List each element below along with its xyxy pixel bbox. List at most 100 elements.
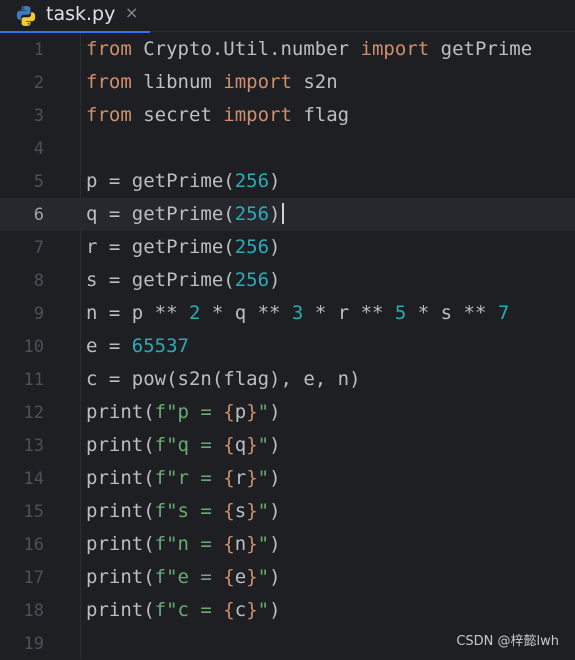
code-line[interactable]: 17 print(f"e = {e}") [0,561,575,594]
tab-task-py[interactable]: task.py × [0,0,150,33]
code-token: 256 [234,170,270,192]
code-token: s2n [291,71,338,93]
code-text: print(f"c = {c}") [86,599,281,621]
code-line[interactable]: 3 from secret import flag [0,99,575,132]
code-token: ) [269,599,281,621]
line-number[interactable]: 5 [0,172,44,192]
code-text: print(f"r = {r}") [86,467,281,489]
line-number[interactable]: 2 [0,73,44,93]
code-token: Crypto.Util.number [131,38,361,60]
code-token: n [234,533,247,555]
code-text: from secret import flag [86,104,349,126]
code-token: * r ** [303,302,395,324]
line-number[interactable]: 3 [0,106,44,126]
code-token: 256 [234,269,270,291]
python-icon [16,6,36,26]
code-token: s [234,500,247,522]
code-token: 7 [497,302,510,324]
code-line[interactable]: 10 e = 65537 [0,330,575,363]
code-token: ) [269,434,281,456]
code-token: import [223,104,292,126]
code-line[interactable]: 4 [0,132,575,165]
code-token: f"q = [154,434,224,456]
code-line[interactable]: 15 print(f"s = {s}") [0,495,575,528]
close-icon[interactable]: × [125,3,138,22]
code-token: } [246,467,258,489]
code-text: q = getPrime(256) [86,203,284,225]
code-token: print( [86,566,155,588]
line-number[interactable]: 17 [0,568,44,588]
code-line[interactable]: 7 r = getPrime(256) [0,231,575,264]
code-token: 65537 [131,335,189,357]
line-number[interactable]: 8 [0,271,44,291]
line-number[interactable]: 13 [0,436,44,456]
code-token: ) [269,566,281,588]
code-text: c = pow(s2n(flag), e, n) [86,368,361,390]
code-line[interactable]: 13 print(f"q = {q}") [0,429,575,462]
code-line[interactable]: 11 c = pow(s2n(flag), e, n) [0,363,575,396]
code-token: } [246,599,258,621]
code-token: s = getPrime( [86,269,235,291]
code-line[interactable]: 6 q = getPrime(256) [0,198,575,231]
code-token: } [246,566,258,588]
code-text: print(f"s = {s}") [86,500,281,522]
line-number[interactable]: 15 [0,502,44,522]
code-token: " [257,401,270,423]
line-number[interactable]: 6 [0,205,44,225]
code-text: s = getPrime(256) [86,269,281,291]
line-number[interactable]: 10 [0,337,44,357]
code-line[interactable]: 9 n = p ** 2 * q ** 3 * r ** 5 * s ** 7 [0,297,575,330]
code-token: e = [86,335,132,357]
code-token: " [257,566,270,588]
code-token: { [223,599,235,621]
editor-tab-bar: task.py × [0,0,575,33]
code-token: ) [269,236,281,258]
code-token: " [257,467,270,489]
code-token: " [257,599,270,621]
code-token: { [223,434,235,456]
code-token: f"e = [154,566,224,588]
watermark: CSDN @梓懿lwh [456,634,559,649]
code-line[interactable]: 1 from Crypto.Util.number import getPrime [0,33,575,66]
code-line[interactable]: 16 print(f"n = {n}") [0,528,575,561]
code-token: 3 [291,302,304,324]
code-line[interactable]: 2 from libnum import s2n [0,66,575,99]
code-token: p [234,401,247,423]
line-number[interactable]: 1 [0,40,44,60]
line-number[interactable]: 12 [0,403,44,423]
code-token: from [86,71,132,93]
line-number[interactable]: 9 [0,304,44,324]
code-line[interactable]: 8 s = getPrime(256) [0,264,575,297]
code-line[interactable]: 18 print(f"c = {c}") [0,594,575,627]
code-token: print( [86,599,155,621]
code-editor[interactable]: 1 from Crypto.Util.number import getPrime… [0,33,575,658]
line-number[interactable]: 16 [0,535,44,555]
code-token: f"r = [154,467,224,489]
code-text: p = getPrime(256) [86,170,281,192]
tab-label: task.py [46,3,116,25]
line-number[interactable]: 11 [0,370,44,390]
line-number[interactable]: 14 [0,469,44,489]
code-token: } [246,434,258,456]
code-token: libnum [131,71,224,93]
line-number[interactable]: 4 [0,139,44,159]
code-token: ) [269,203,281,225]
code-token: { [223,401,235,423]
code-line[interactable]: 12 print(f"p = {p}") [0,396,575,429]
code-text: print(f"p = {p}") [86,401,281,423]
code-token: 256 [234,236,270,258]
code-line[interactable]: 5 p = getPrime(256) [0,165,575,198]
code-text: print(f"e = {e}") [86,566,281,588]
code-token: q = getPrime( [86,203,235,225]
code-line[interactable]: 14 print(f"r = {r}") [0,462,575,495]
code-token: } [246,401,258,423]
code-token: e [234,566,247,588]
code-text: r = getPrime(256) [86,236,281,258]
line-number[interactable]: 7 [0,238,44,258]
code-token: * s ** [406,302,498,324]
line-number[interactable]: 19 [0,634,44,654]
text-caret [281,203,284,224]
line-number[interactable]: 18 [0,601,44,621]
code-text: n = p ** 2 * q ** 3 * r ** 5 * s ** 7 [86,302,509,324]
code-token: r = getPrime( [86,236,235,258]
